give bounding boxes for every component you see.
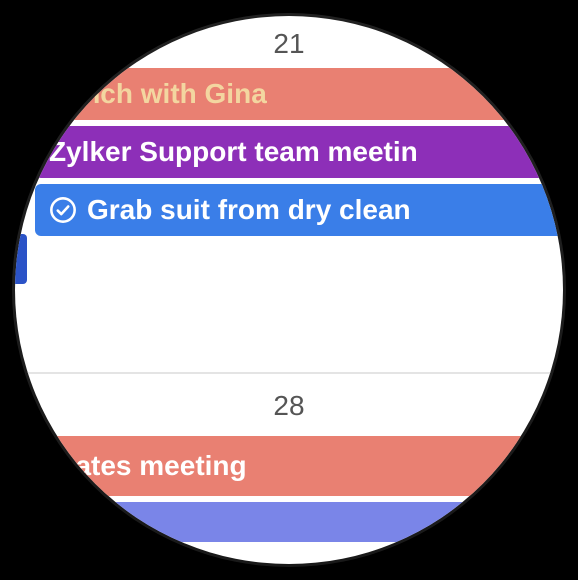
calendar-event-dry-cleaning[interactable]: Grab suit from dry clean — [35, 184, 563, 236]
calendar-event-delegates-meeting[interactable]: legates meeting — [15, 436, 563, 496]
calendar-event-zylker-meeting[interactable]: Zylker Support team meetin — [35, 126, 563, 178]
event-title: Grab suit from dry clean — [87, 194, 411, 226]
day-21-events: Lunch with Gina Zylker Support team meet… — [15, 68, 563, 242]
calendar-zoom-lens: 21 Lunch with Gina Zylker Support team m… — [15, 16, 563, 564]
day-number-28[interactable]: 28 — [15, 382, 563, 428]
event-title: Zylker Support team meetin — [49, 136, 418, 168]
event-color-bar — [15, 234, 27, 284]
event-title: Lunch with Gina — [49, 78, 267, 110]
week-divider — [15, 372, 563, 374]
calendar-event-lunch[interactable]: Lunch with Gina — [35, 68, 563, 120]
day-number-21[interactable]: 21 — [15, 20, 563, 66]
calendar-event-partial[interactable] — [15, 502, 563, 542]
event-title: legates meeting — [35, 450, 247, 482]
calendar-content: 21 Lunch with Gina Zylker Support team m… — [15, 16, 563, 564]
day-28-events: legates meeting — [15, 436, 563, 548]
check-circle-icon — [49, 196, 77, 224]
